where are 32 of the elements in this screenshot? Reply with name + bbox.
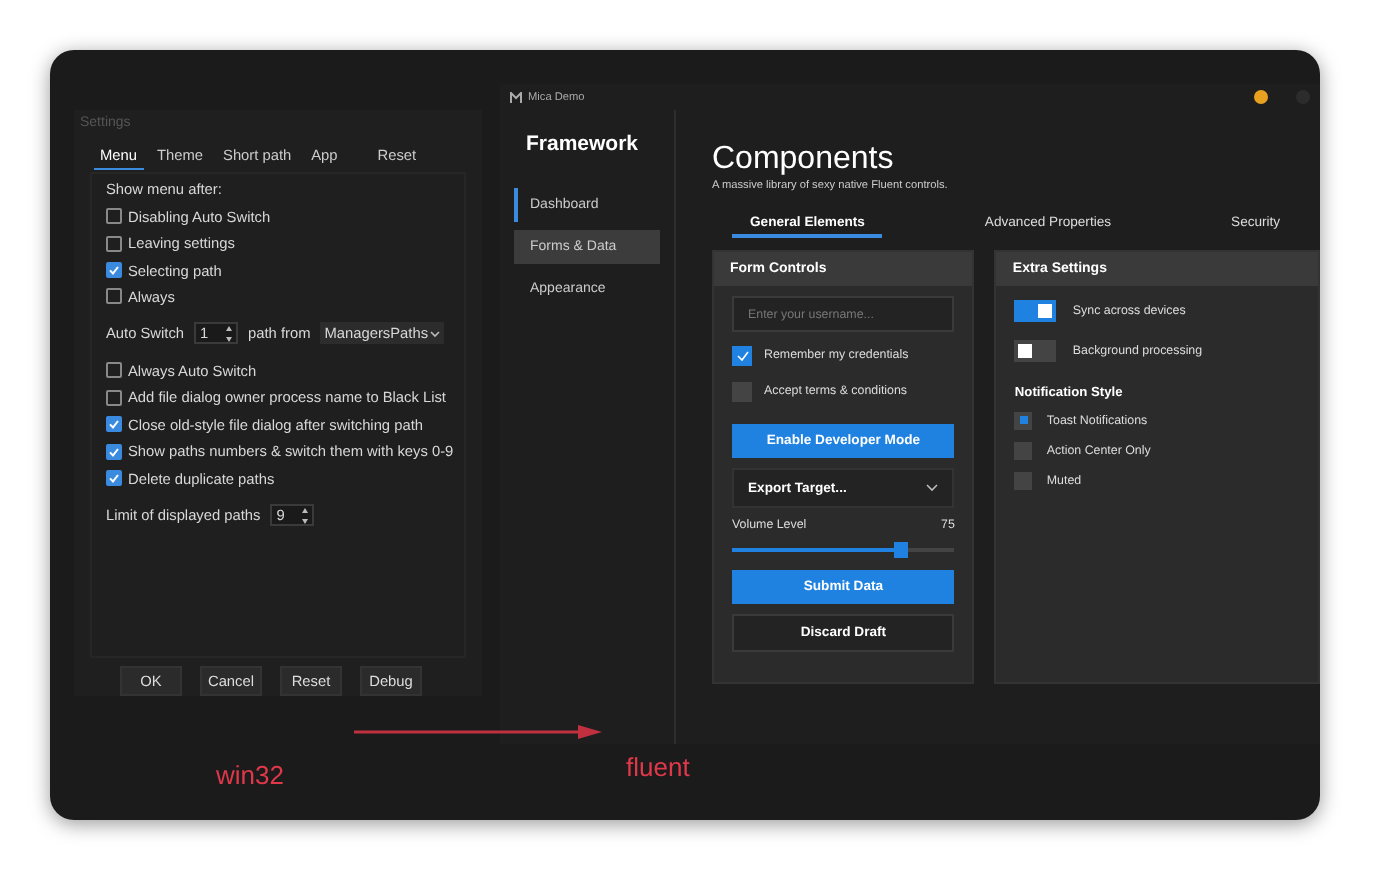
toggle-switch[interactable] <box>1014 340 1057 362</box>
radio-button[interactable] <box>1014 411 1033 429</box>
checkbox[interactable] <box>106 470 122 486</box>
spin-arrows-icon <box>226 325 233 342</box>
checkbox[interactable] <box>732 381 752 401</box>
checkbox[interactable] <box>106 362 122 379</box>
radio-button[interactable] <box>1014 471 1033 489</box>
minimize-dot-icon[interactable] <box>1254 90 1268 104</box>
checkmark-icon <box>108 445 120 458</box>
chevron-down-icon <box>926 484 939 492</box>
chevron-down-icon <box>430 329 441 338</box>
checkmark-icon <box>735 349 749 361</box>
checkbox[interactable] <box>106 416 122 433</box>
checkbox[interactable] <box>732 345 752 365</box>
app-logo-icon <box>510 91 522 103</box>
checkbox[interactable] <box>106 288 122 305</box>
checkmark-icon <box>108 472 120 484</box>
checkbox[interactable] <box>106 389 122 406</box>
radio-button[interactable] <box>1014 441 1033 459</box>
checkbox[interactable] <box>106 208 122 225</box>
checkmark-icon <box>108 264 120 277</box>
annotation-label: win32 <box>216 760 284 790</box>
checkbox[interactable] <box>106 235 122 252</box>
checkmark-icon <box>108 418 120 431</box>
spin-arrows-icon <box>302 507 309 523</box>
page-title: Components <box>712 142 896 178</box>
checkbox[interactable] <box>106 262 122 279</box>
slider-thumb[interactable] <box>893 542 908 558</box>
sidebar-title: Framework <box>524 132 641 156</box>
annotation-label: fluent <box>626 752 690 782</box>
checkbox[interactable] <box>106 443 122 460</box>
toggle-switch[interactable] <box>1014 300 1057 322</box>
